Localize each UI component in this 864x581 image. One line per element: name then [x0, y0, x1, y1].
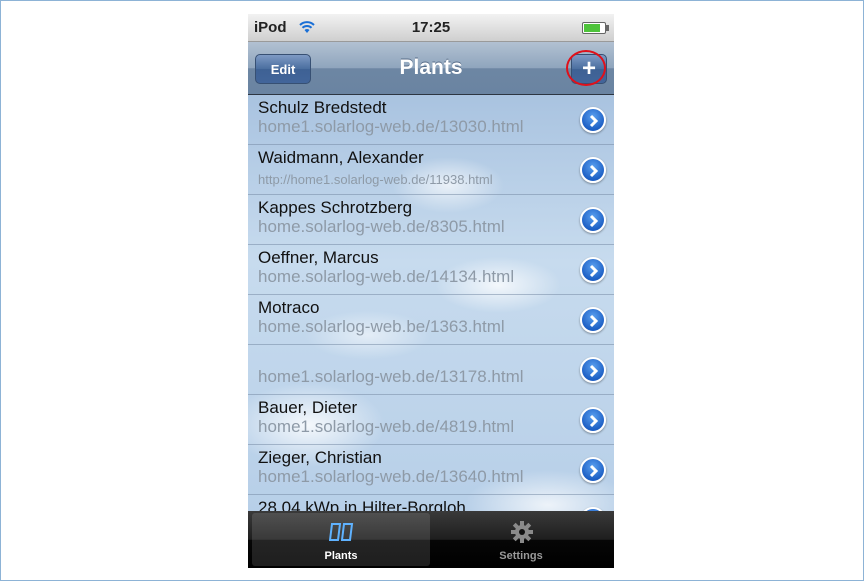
chevron-right-icon: [589, 464, 599, 478]
plant-name: Waidmann, Alexander: [258, 148, 424, 167]
plant-name: Schulz Bredstedt: [258, 98, 387, 117]
plant-url: home1.solarlog-web.de/13178.html: [258, 367, 524, 386]
chevron-right-icon: [589, 414, 599, 428]
book-icon: [329, 523, 354, 541]
plant-name: Kappes Schrotzberg: [258, 198, 413, 217]
list-item[interactable]: 28.04 kWp in Hilter-Borgloh: [248, 495, 614, 511]
list-item[interactable]: Schulz Bredstedt home1.solarlog-web.de/1…: [248, 95, 614, 145]
battery-icon: [582, 22, 609, 34]
plant-name: Oeffner, Marcus: [258, 248, 379, 267]
status-time: 17:25: [411, 19, 451, 36]
plant-url: home.solarlog-web.de/14134.html: [258, 267, 515, 286]
page-title: Plants: [399, 56, 463, 79]
tab-label: Settings: [499, 550, 543, 562]
plants-list[interactable]: Schulz Bredstedt home1.solarlog-web.de/1…: [248, 95, 614, 511]
disclosure-button[interactable]: [580, 307, 606, 333]
plant-name: Zieger, Christian: [258, 448, 382, 467]
plant-name: 28.04 kWp in Hilter-Borgloh: [258, 498, 466, 511]
disclosure-button[interactable]: [580, 207, 606, 233]
list-item[interactable]: home1.solarlog-web.de/13178.html: [248, 345, 614, 395]
chevron-right-icon: [589, 314, 599, 328]
plant-url: http://home1.solarlog-web.de/11938.html: [258, 172, 493, 187]
disclosure-button[interactable]: [580, 157, 606, 183]
add-plant-button[interactable]: +: [571, 54, 607, 84]
list-item[interactable]: Zieger, Christian home1.solarlog-web.de/…: [248, 445, 614, 495]
disclosure-button[interactable]: [580, 407, 606, 433]
disclosure-button[interactable]: [580, 457, 606, 483]
disclosure-button[interactable]: [580, 107, 606, 133]
status-bar: iPod 17:25: [248, 14, 614, 42]
list-item[interactable]: Oeffner, Marcus home.solarlog-web.de/141…: [248, 245, 614, 295]
plant-url: home1.solarlog-web.de/13640.html: [258, 467, 524, 486]
tab-plants[interactable]: Plants: [252, 513, 430, 566]
disclosure-button[interactable]: [580, 357, 606, 383]
chevron-right-icon: [589, 164, 599, 178]
plant-url: home1.solarlog-web.de/4819.html: [258, 417, 515, 436]
chevron-right-icon: [589, 364, 599, 378]
navigation-bar: Edit Plants +: [248, 42, 614, 95]
gear-icon: [511, 521, 533, 543]
chevron-right-icon: [589, 114, 599, 128]
plant-name: Bauer, Dieter: [258, 398, 358, 417]
plant-url: home1.solarlog-web.de/13030.html: [258, 117, 524, 136]
plus-icon: +: [581, 55, 596, 82]
list-item[interactable]: Motraco home.solarlog-web.be/1363.html: [248, 295, 614, 345]
list-item[interactable]: Waidmann, Alexander http://home1.solarlo…: [248, 145, 614, 195]
plant-url: home.solarlog-web.de/8305.html: [258, 217, 505, 236]
tab-bar: Plants Settings: [248, 511, 614, 568]
plant-url: home.solarlog-web.be/1363.html: [258, 317, 505, 336]
chevron-right-icon: [589, 264, 599, 278]
disclosure-button[interactable]: [580, 257, 606, 283]
tab-settings[interactable]: Settings: [432, 513, 610, 566]
tab-label: Plants: [324, 550, 358, 562]
list-item[interactable]: Kappes Schrotzberg home.solarlog-web.de/…: [248, 195, 614, 245]
chevron-right-icon: [589, 214, 599, 228]
phone-screen: iPod 17:25 Edit Plants + Schulz Bredsted…: [248, 14, 614, 568]
list-item[interactable]: Bauer, Dieter home1.solarlog-web.de/4819…: [248, 395, 614, 445]
plant-name: Motraco: [258, 298, 320, 317]
